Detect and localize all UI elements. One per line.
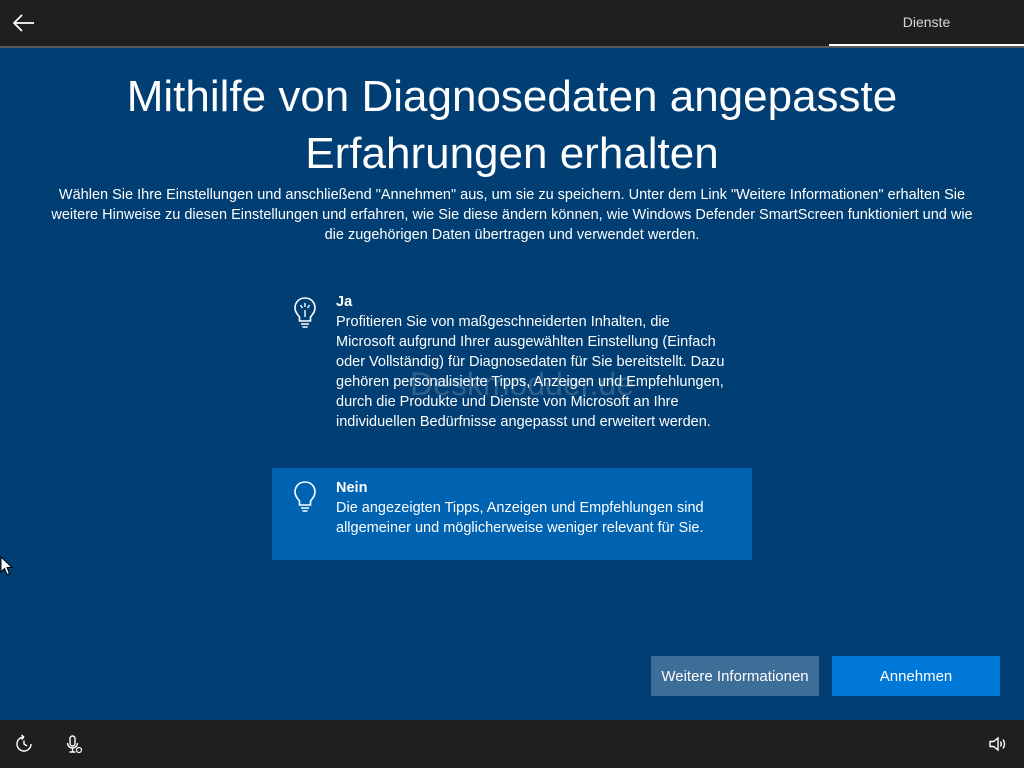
- option-nein-description: Die angezeigten Tipps, Anzeigen und Empf…: [336, 500, 704, 536]
- microphone-icon: [66, 735, 83, 754]
- page-title-line-1: Mithilfe von Diagnosedaten angepasste: [126, 72, 898, 121]
- mouse-cursor-icon: [0, 556, 14, 576]
- page-title-line-2: Erfahrungen erhalten: [305, 129, 719, 178]
- accept-button[interactable]: Annehmen: [832, 656, 1000, 696]
- option-ja-description: Profitieren Sie von maßgeschneiderten In…: [336, 314, 725, 430]
- bottom-bar: [0, 720, 1024, 768]
- volume-button[interactable]: [986, 732, 1010, 756]
- ease-of-access-icon: [16, 734, 32, 752]
- microphone-button[interactable]: [61, 732, 85, 756]
- top-bar: Dienste: [0, 0, 1024, 48]
- back-button[interactable]: [8, 6, 40, 40]
- option-nein[interactable]: Nein Die angezeigten Tipps, Anzeigen und…: [272, 468, 752, 560]
- option-ja[interactable]: Ja Profitieren Sie von maßgeschneiderten…: [272, 282, 752, 442]
- ease-of-access-button[interactable]: [12, 732, 36, 756]
- tab-dienste[interactable]: Dienste: [829, 0, 1024, 46]
- lightbulb-off-icon: [294, 481, 316, 512]
- back-arrow-icon: [13, 14, 34, 32]
- page-title: Mithilfe von Diagnosedaten angepasste Er…: [0, 68, 1024, 182]
- volume-icon: [989, 736, 1006, 752]
- option-nein-label: Nein: [336, 480, 368, 496]
- page-description: Wählen Sie Ihre Einstellungen und anschl…: [51, 187, 973, 243]
- option-ja-label: Ja: [336, 294, 353, 310]
- oobe-window: Dienste Mithilfe von Diagnosedaten angep…: [0, 0, 1024, 768]
- lightbulb-on-icon: [294, 297, 316, 328]
- more-info-button[interactable]: Weitere Informationen: [651, 656, 819, 696]
